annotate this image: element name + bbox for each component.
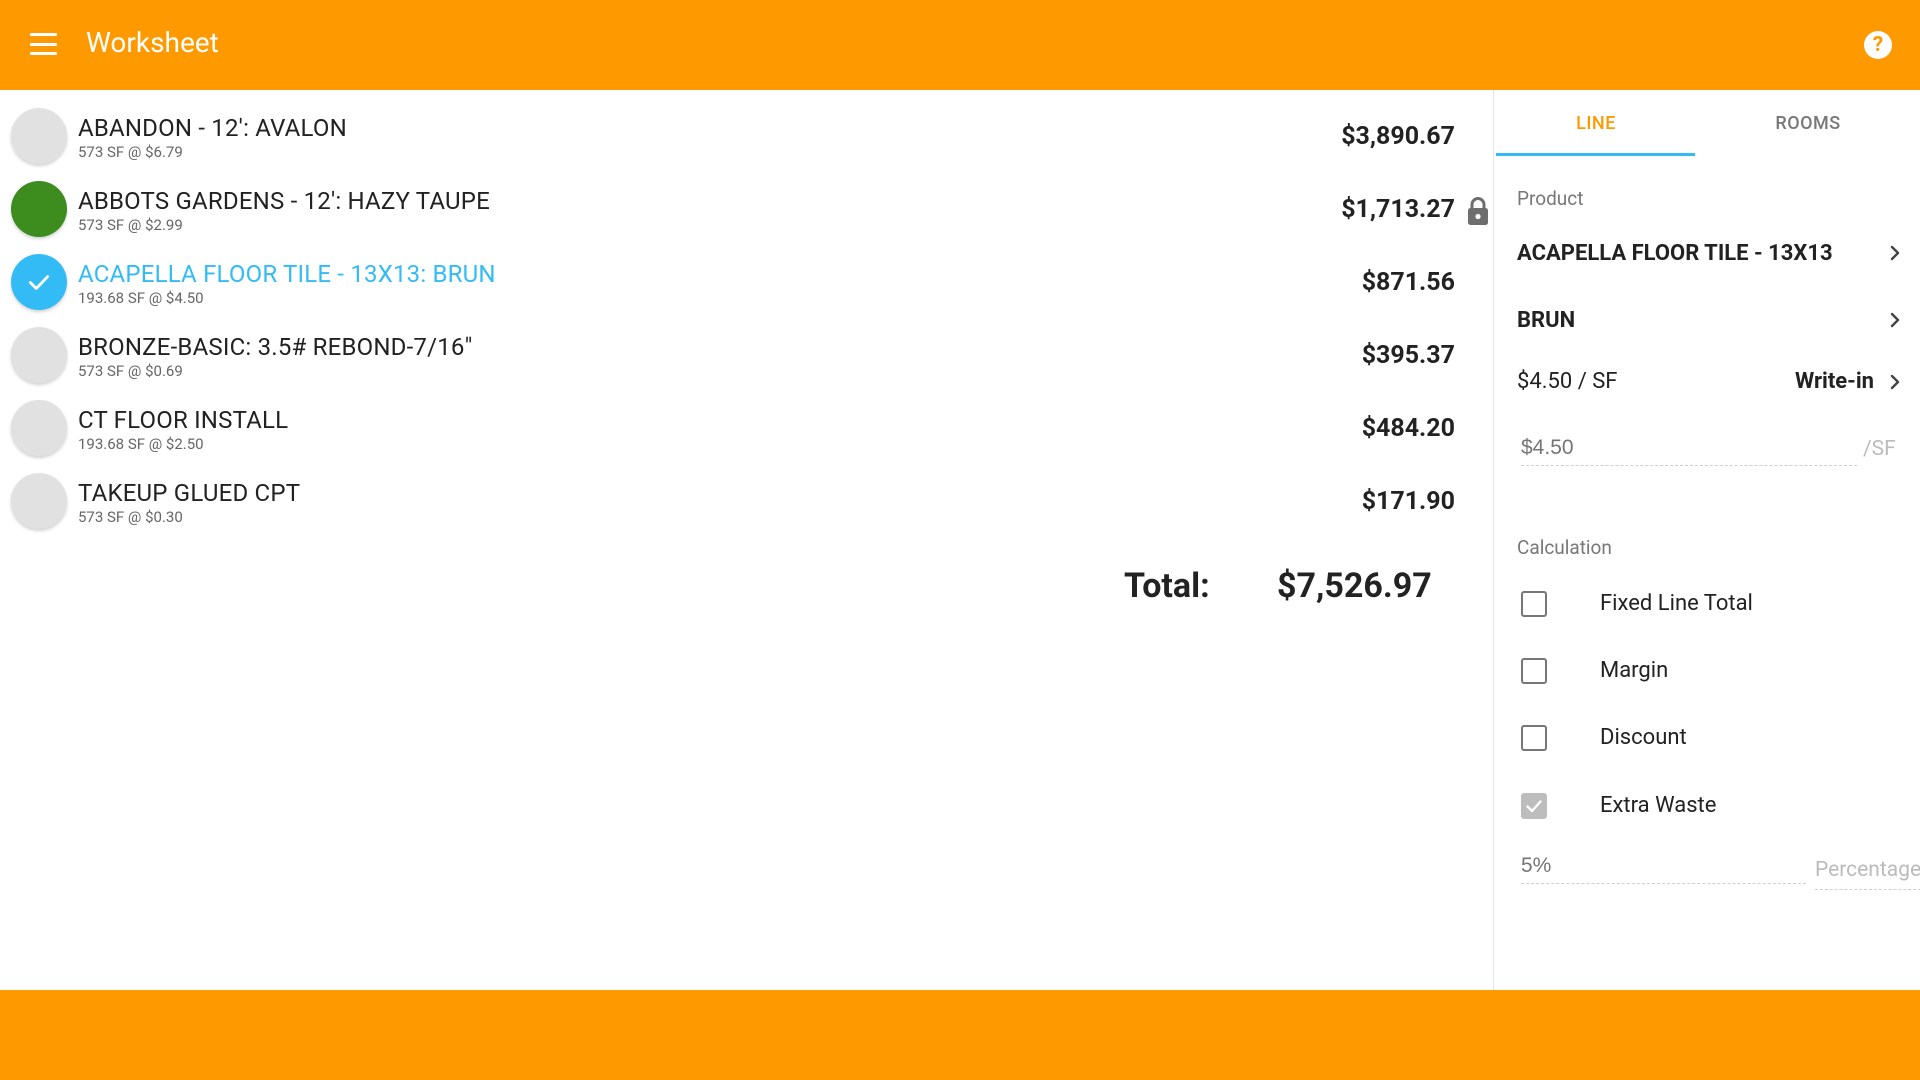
line-item-detail: 573 SF @ $6.79 xyxy=(78,143,183,161)
price-unit-suffix: /SF xyxy=(1863,437,1896,461)
product-section-label: Product xyxy=(1517,187,1584,210)
menu-icon[interactable] xyxy=(30,33,57,55)
line-item-price: $484.20 xyxy=(1361,414,1455,443)
line-item-name: CT FLOOR INSTALL xyxy=(78,406,289,434)
page-title: Worksheet xyxy=(86,26,219,59)
line-item-name: BRONZE-BASIC: 3.5# REBOND-7/16" xyxy=(78,333,473,361)
line-item-row[interactable]: ABANDON - 12': AVALON 573 SF @ $6.79 $3,… xyxy=(0,90,1493,164)
lock-icon[interactable] xyxy=(1466,196,1490,226)
line-detail-panel: LINE ROOMS Product ACAPELLA FLOOR TILE -… xyxy=(1493,90,1920,990)
line-item-detail: 573 SF @ $2.99 xyxy=(78,216,183,234)
unit-price: $4.50 / SF xyxy=(1517,369,1618,394)
line-item-name: ABBOTS GARDENS - 12': HAZY TAUPE xyxy=(78,187,490,215)
write-in-price-input[interactable] xyxy=(1521,430,1857,466)
line-item-select-toggle[interactable] xyxy=(11,254,67,310)
discount-checkbox[interactable] xyxy=(1521,725,1547,751)
line-item-select-toggle[interactable] xyxy=(11,473,67,529)
product-name-selector[interactable]: ACAPELLA FLOOR TILE - 13X13 xyxy=(1517,233,1902,273)
fixed-line-total-checkbox[interactable] xyxy=(1521,591,1547,617)
discount-option[interactable]: Discount xyxy=(1521,716,1901,756)
fixed-line-total-option[interactable]: Fixed Line Total xyxy=(1521,582,1901,622)
help-icon[interactable]: ? xyxy=(1864,31,1892,59)
line-item-price: $3,890.67 xyxy=(1341,122,1455,151)
discount-label: Discount xyxy=(1600,725,1687,750)
product-color-selector[interactable]: BRUN xyxy=(1517,300,1902,340)
line-item-name: ACAPELLA FLOOR TILE - 13X13: BRUN xyxy=(78,260,496,288)
bottom-bar xyxy=(0,990,1920,1080)
chevron-right-icon xyxy=(1890,245,1900,261)
tab-line[interactable]: LINE xyxy=(1496,90,1696,157)
chevron-right-icon xyxy=(1890,312,1900,328)
line-item-row[interactable]: CT FLOOR INSTALL 193.68 SF @ $2.50 $484.… xyxy=(0,382,1493,456)
tab-rooms[interactable]: ROOMS xyxy=(1708,90,1908,157)
chevron-right-icon[interactable] xyxy=(1888,372,1902,392)
worksheet-app: Worksheet ? ABANDON - 12': AVALON 573 SF… xyxy=(0,0,1920,1080)
line-item-select-toggle[interactable] xyxy=(11,108,67,164)
line-item-name: TAKEUP GLUED CPT xyxy=(78,479,301,507)
check-icon xyxy=(1526,800,1542,813)
app-bar: Worksheet ? xyxy=(0,0,1920,90)
check-icon xyxy=(28,275,50,290)
waste-percentage-input[interactable] xyxy=(1521,848,1806,884)
line-item-detail: 573 SF @ $0.30 xyxy=(78,508,183,526)
margin-label: Margin xyxy=(1600,658,1669,683)
line-item-select-toggle[interactable] xyxy=(11,327,67,383)
product-name: ACAPELLA FLOOR TILE - 13X13 xyxy=(1517,241,1833,266)
line-item-select-toggle[interactable] xyxy=(11,400,67,456)
panel-tabs: LINE ROOMS xyxy=(1494,90,1920,157)
total-label: Total: xyxy=(1124,566,1210,606)
margin-checkbox[interactable] xyxy=(1521,658,1547,684)
line-item-detail: 193.68 SF @ $2.50 xyxy=(78,435,204,453)
line-item-price: $1,713.27 xyxy=(1341,195,1455,224)
extra-waste-label: Extra Waste xyxy=(1600,793,1717,818)
line-item-row[interactable]: ACAPELLA FLOOR TILE - 13X13: BRUN 193.68… xyxy=(0,236,1493,310)
line-item-price: $871.56 xyxy=(1361,268,1455,297)
active-tab-indicator xyxy=(1496,153,1695,156)
write-in-button[interactable]: Write-in xyxy=(1795,369,1874,394)
line-item-name: ABANDON - 12': AVALON xyxy=(78,114,347,142)
line-item-price: $395.37 xyxy=(1361,341,1455,370)
extra-waste-option[interactable]: Extra Waste xyxy=(1521,784,1901,824)
line-item-row[interactable]: TAKEUP GLUED CPT 573 SF @ $0.30 $171.90 xyxy=(0,455,1493,529)
calculation-section-label: Calculation xyxy=(1517,536,1612,559)
total-value: $7,526.97 xyxy=(1277,566,1432,606)
line-item-detail: 573 SF @ $0.69 xyxy=(78,362,183,380)
line-item-select-toggle[interactable] xyxy=(11,181,67,237)
line-item-list: ABANDON - 12': AVALON 573 SF @ $6.79 $3,… xyxy=(0,90,1493,990)
line-item-detail: 193.68 SF @ $4.50 xyxy=(78,289,204,307)
waste-unit-suffix: Percentage xyxy=(1815,858,1920,890)
line-item-row[interactable]: ABBOTS GARDENS - 12': HAZY TAUPE 573 SF … xyxy=(0,163,1493,237)
margin-option[interactable]: Margin xyxy=(1521,649,1901,689)
extra-waste-checkbox[interactable] xyxy=(1521,793,1547,819)
product-color: BRUN xyxy=(1517,308,1576,333)
line-item-row[interactable]: BRONZE-BASIC: 3.5# REBOND-7/16" 573 SF @… xyxy=(0,309,1493,383)
fixed-line-total-label: Fixed Line Total xyxy=(1600,591,1753,616)
line-item-price: $171.90 xyxy=(1361,487,1455,516)
unit-price-row: $4.50 / SF Write-in xyxy=(1517,362,1902,402)
